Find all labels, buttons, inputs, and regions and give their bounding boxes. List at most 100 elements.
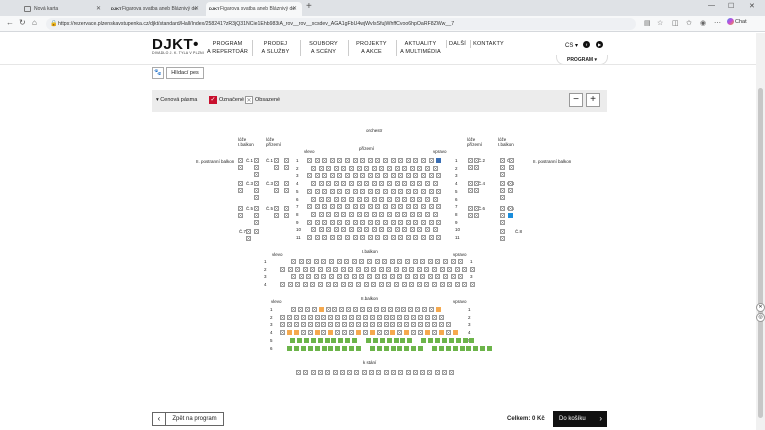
balcony2-seat[interactable]: [421, 337, 427, 343]
balcony2-seat[interactable]: [352, 337, 358, 343]
close-tab-icon[interactable]: ✕: [292, 5, 297, 12]
balcony2-seat[interactable]: [411, 345, 417, 351]
balcony2-seat[interactable]: [418, 345, 424, 351]
balcony2-seat[interactable]: [441, 337, 447, 343]
balcony2-seat[interactable]: [314, 330, 320, 336]
browser-tab-figaro-1[interactable]: DJKT Figarova svatba aneb Bláznivý de ✕: [108, 2, 204, 16]
balcony2-seat[interactable]: [293, 330, 299, 336]
balcony2-seat[interactable]: [355, 330, 361, 336]
balcony2-seat[interactable]: [438, 345, 444, 351]
balcony2-seat[interactable]: [293, 345, 299, 351]
browser-tab-new[interactable]: Nová karta ✕: [20, 2, 106, 16]
back-arrow-icon[interactable]: ←: [6, 18, 14, 27]
balcony2-seat[interactable]: [428, 337, 433, 343]
favorite-star-icon[interactable]: ☆: [657, 19, 663, 27]
balcony2-seat[interactable]: [286, 330, 292, 336]
balcony2-seat[interactable]: [303, 337, 309, 343]
minimize-icon[interactable]: —: [708, 2, 715, 9]
balcony2-seat[interactable]: [438, 330, 444, 336]
balcony2-seat[interactable]: [431, 345, 437, 351]
balcony2-seat[interactable]: [390, 330, 396, 336]
balcony2-seat[interactable]: [365, 337, 371, 343]
copilot-chat-button[interactable]: Chat: [727, 18, 747, 25]
home-icon[interactable]: ⌂: [32, 18, 37, 27]
balcony2-seat[interactable]: [397, 345, 403, 351]
balcony2-seat[interactable]: [400, 337, 406, 343]
balcony2-seat[interactable]: [424, 330, 430, 336]
close-tab-icon[interactable]: ✕: [96, 5, 101, 12]
chevron-left-icon[interactable]: ‹: [152, 412, 166, 426]
scrollbar-thumb[interactable]: [758, 88, 763, 418]
profile-avatar-icon[interactable]: ◉: [700, 19, 706, 27]
balcony2-seat[interactable]: [445, 345, 451, 351]
balcony2-seat[interactable]: [404, 345, 410, 351]
balcony2-seat[interactable]: [404, 330, 410, 336]
favorites-icon[interactable]: ✩: [686, 19, 692, 27]
balcony2-seat[interactable]: [386, 337, 392, 343]
balcony2-seat[interactable]: [338, 337, 344, 343]
new-tab-plus-icon[interactable]: +: [306, 1, 312, 12]
balcony2-seat[interactable]: [448, 337, 454, 343]
page-scrollbar[interactable]: [756, 33, 765, 430]
balcony2-seat[interactable]: [452, 345, 458, 351]
balcony2-seat[interactable]: [393, 337, 399, 343]
maximize-icon[interactable]: ☐: [728, 2, 734, 10]
add-to-cart-button[interactable]: Do košíku ›: [553, 411, 607, 427]
balcony2-seat[interactable]: [317, 337, 323, 343]
balcony2-seat[interactable]: [335, 345, 341, 351]
ground-seat: [329, 219, 335, 225]
close-window-icon[interactable]: ✕: [749, 2, 755, 10]
balcony2-seat[interactable]: [356, 345, 361, 351]
balcony2-seat[interactable]: [328, 345, 334, 351]
balcony2-seat[interactable]: [435, 307, 441, 312]
reload-icon[interactable]: ↻: [19, 18, 26, 27]
balcony2-seat[interactable]: [296, 337, 302, 343]
address-bar[interactable]: 🔒 https://rezervace.plzenskavstupenka.cz…: [46, 18, 636, 30]
balcony2-seat[interactable]: [379, 337, 385, 343]
balcony2-seat[interactable]: [390, 345, 396, 351]
balcony2-seat[interactable]: [487, 345, 493, 351]
split-screen-icon[interactable]: ◫: [672, 19, 679, 27]
balcony2-seat[interactable]: [310, 337, 316, 343]
balcony2-seat[interactable]: [349, 345, 355, 351]
balcony2-seat[interactable]: [372, 337, 378, 343]
balcony2-seat[interactable]: [473, 345, 479, 351]
box-seat-right[interactable]: [508, 213, 513, 218]
balcony2-seat[interactable]: [434, 337, 440, 343]
balcony2-seat[interactable]: [407, 337, 413, 343]
ground-seat: [405, 188, 411, 194]
balcony2-seat[interactable]: [321, 345, 327, 351]
balcony2-seat[interactable]: [369, 330, 375, 336]
ground-seat[interactable]: [436, 158, 442, 163]
balcony2-seat[interactable]: [452, 330, 458, 336]
balcony2-seat[interactable]: [369, 345, 375, 351]
balcony1-row-number-right: 3: [470, 274, 473, 280]
balcony2-seat[interactable]: [328, 330, 334, 336]
balcony2-seat[interactable]: [287, 345, 292, 351]
balcony2-seat[interactable]: [318, 307, 324, 312]
balcony2-seat[interactable]: [342, 345, 348, 351]
balcony2-seat[interactable]: [383, 345, 389, 351]
balcony2-seat[interactable]: [324, 337, 330, 343]
balcony2-seat[interactable]: [331, 337, 337, 343]
browser-tab-figaro-2[interactable]: DJKT Figarova svatba aneb Bláznivý de ✕: [206, 2, 302, 16]
balcony2-seat[interactable]: [466, 345, 472, 351]
balcony2-seat[interactable]: [345, 337, 351, 343]
close-tab-icon[interactable]: ✕: [194, 5, 199, 12]
balcony2-seat[interactable]: [300, 345, 306, 351]
balcony2-seat[interactable]: [462, 337, 468, 343]
balcony2-seat[interactable]: [455, 337, 461, 343]
reading-mode-icon[interactable]: ▤: [644, 19, 651, 27]
balcony2-seat[interactable]: [459, 345, 465, 351]
balcony2-seat[interactable]: [480, 345, 486, 351]
balcony2-seat[interactable]: [376, 345, 382, 351]
balcony2-seat[interactable]: [290, 337, 295, 343]
back-to-program-button[interactable]: Zpět na program: [166, 412, 224, 426]
balcony2-seat[interactable]: [307, 345, 313, 351]
balcony2-seat[interactable]: [314, 345, 320, 351]
close-panel-icon[interactable]: ✕: [756, 303, 765, 312]
balcony2-seat[interactable]: [469, 337, 475, 343]
accessibility-icon[interactable]: ◎: [756, 313, 765, 322]
balcony1-seat: [447, 266, 453, 272]
more-menu-icon[interactable]: ⋯: [714, 19, 721, 27]
